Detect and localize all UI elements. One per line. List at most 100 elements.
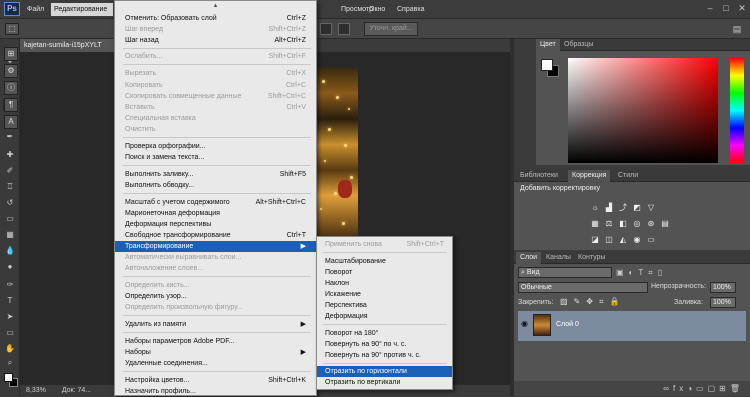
menu-item-define-brush[interactable]: Определить кисть... [115,280,316,291]
tab-layers[interactable]: Слои [516,252,542,264]
exposure-icon[interactable]: ◩ [632,203,642,213]
color-spectrum[interactable] [568,58,718,163]
menu-item-color-settings[interactable]: Настройка цветов... Shift+Ctrl+K [115,375,316,386]
menu-item-perspective-warp[interactable]: Деформация перспективы [115,219,316,230]
layer-row[interactable] [518,311,746,341]
foreground-color-swatch[interactable] [4,373,13,382]
menu-item-paste-special[interactable]: Специальная вставка [115,113,316,124]
submenu-item-scale[interactable]: Масштабирование [317,256,452,267]
color-lookup-icon[interactable]: ▤ [660,219,670,229]
submenu-item-again[interactable]: Применить снова Shift+Ctrl+T [317,239,452,250]
menu-item-copy-merged[interactable]: Скопировать совмещенные данные Shift+Ctrl… [115,91,316,102]
character-panel-icon[interactable]: A [4,115,18,129]
gradient-tool-icon[interactable]: ▦ [3,229,17,241]
photo-filter-icon[interactable]: ◎ [632,219,642,229]
channel-mixer-icon[interactable]: ⊛ [646,219,656,229]
menu-item-purge[interactable]: Удалить из памяти ▶ [115,319,316,330]
menu-item-undo[interactable]: Отменить: Образовать слой Ctrl+Z [115,13,316,24]
maximize-icon[interactable]: □ [720,2,732,14]
tab-swatches[interactable]: Образцы [560,39,597,51]
properties-panel-icon[interactable]: ⚙ [4,64,18,78]
foreground-swatch[interactable] [541,59,553,71]
history-panel-icon[interactable]: ⊞ [4,47,18,61]
gradient-map-icon[interactable]: ▭ [646,235,656,245]
menu-item-free-transform[interactable]: Свободное трансформирование Ctrl+T [115,230,316,241]
layer-visibility-eye-icon[interactable]: ◉ [521,319,528,328]
info-panel-icon[interactable]: ⓘ [4,81,18,95]
menu-item-clear[interactable]: Очистить [115,124,316,135]
path-selection-tool-icon[interactable]: ➤ [3,311,17,323]
menu-item-copy[interactable]: Копировать Ctrl+C [115,80,316,91]
menu-item-remote-connections[interactable]: Удаленные соединения... [115,358,316,369]
clone-stamp-tool-icon[interactable]: ♖ [3,181,17,193]
auto-enhance-icon[interactable] [338,23,350,35]
curves-icon[interactable]: ⤴ [618,203,628,213]
tool-preset-icon[interactable]: ⬚ [5,23,19,35]
layers-footer-icons[interactable]: ∞fx◑▭▢⊞🗑 [514,381,750,396]
menu-item-auto-blend-layers[interactable]: Автоналожение слоев... [115,263,316,274]
close-icon[interactable]: ✕ [736,2,748,14]
submenu-item-rotate-90-cw[interactable]: Повернуть на 90° по ч. с. [317,339,452,350]
menu-item-pdf-presets[interactable]: Наборы параметров Adobe PDF... [115,336,316,347]
submenu-item-flip-horizontal[interactable]: Отразить по горизонтали [317,366,452,377]
tab-libraries[interactable]: Библиотеки [516,170,562,182]
submenu-item-rotate-180[interactable]: Поворот на 180° [317,328,452,339]
black-white-icon[interactable]: ◧ [618,219,628,229]
menu-help[interactable]: Справка [394,3,427,16]
menu-item-define-pattern[interactable]: Определить узор... [115,291,316,302]
pen-tool-icon[interactable]: ✑ [3,279,17,291]
document-image[interactable] [316,68,358,238]
color-balance-icon[interactable]: ⚖ [604,219,614,229]
brightness-icon[interactable]: ☼ [590,203,600,213]
submenu-item-rotate[interactable]: Поворот [317,267,452,278]
tab-color[interactable]: Цвет [536,39,560,51]
menu-item-puppet-warp[interactable]: Марионеточная деформация [115,208,316,219]
refine-edge-button[interactable]: Уточн. край... [364,22,418,36]
tab-paths[interactable]: Контуры [574,252,609,264]
scroll-up-arrow-icon[interactable]: ▲ [115,3,316,9]
tab-styles[interactable]: Стили [614,170,642,182]
brush-tool-icon[interactable]: ✐ [3,165,17,177]
submenu-item-perspective[interactable]: Перспектива [317,300,452,311]
minimize-icon[interactable]: – [704,2,716,14]
menu-item-find-replace[interactable]: Поиск и замена текста... [115,152,316,163]
menu-edit[interactable]: Редактирование [51,3,113,16]
workspace-icon[interactable]: ▤ [730,23,744,35]
shape-tool-icon[interactable]: ▭ [3,327,17,339]
menu-item-presets[interactable]: Наборы ▶ [115,347,316,358]
threshold-icon[interactable]: ◭ [618,235,628,245]
blur-tool-icon[interactable]: 💧 [3,245,17,257]
menu-window[interactable]: Окно [366,3,388,16]
healing-brush-tool-icon[interactable]: ✚ [3,149,17,161]
layer-filter-select[interactable]: ⌕ Вид [518,267,612,278]
menu-item-assign-profile[interactable]: Назначить профиль... [115,386,316,397]
zoom-tool-icon[interactable]: ⌕ [3,357,17,369]
eyedropper-tool-icon[interactable]: ✒ [3,131,17,143]
type-tool-icon[interactable]: T [3,295,17,307]
menu-item-stroke[interactable]: Выполнить обводку... [115,180,316,191]
hand-tool-icon[interactable]: ✋ [3,343,17,355]
vibrance-icon[interactable]: ▽ [646,203,656,213]
submenu-item-warp[interactable]: Деформация [317,311,452,322]
menu-item-paste[interactable]: Вставить Ctrl+V [115,102,316,113]
sample-all-layers-icon[interactable] [320,23,332,35]
document-tab[interactable]: kajetan-sumila-i15pXYLT [20,39,114,52]
posterize-icon[interactable]: ◫ [604,235,614,245]
levels-icon[interactable]: ▟ [604,203,614,213]
menu-item-fill[interactable]: Выполнить заливку... Shift+F5 [115,169,316,180]
tab-channels[interactable]: Каналы [542,252,575,264]
submenu-item-skew[interactable]: Наклон [317,278,452,289]
menu-item-define-custom-shape[interactable]: Определить произвольную фигуру... [115,302,316,313]
tab-adjustments[interactable]: Коррекция [568,170,611,182]
zoom-level[interactable]: 8,33% [26,387,46,394]
eraser-tool-icon[interactable]: ▭ [3,213,17,225]
menu-item-auto-align-layers[interactable]: Автоматически выравнивать слои... [115,252,316,263]
hue-saturation-icon[interactable]: ▦ [590,219,600,229]
blend-mode-select[interactable]: Обычные [518,282,648,293]
menu-item-check-spelling[interactable]: Проверка орфографии... [115,141,316,152]
document-info[interactable]: Док: 74... [62,387,91,394]
selective-color-icon[interactable]: ◉ [632,235,642,245]
submenu-item-rotate-90-ccw[interactable]: Повернуть на 90° против ч. с. [317,350,452,361]
hue-slider[interactable] [730,58,744,163]
menu-item-transform[interactable]: Трансформирование ▶ [115,241,316,252]
